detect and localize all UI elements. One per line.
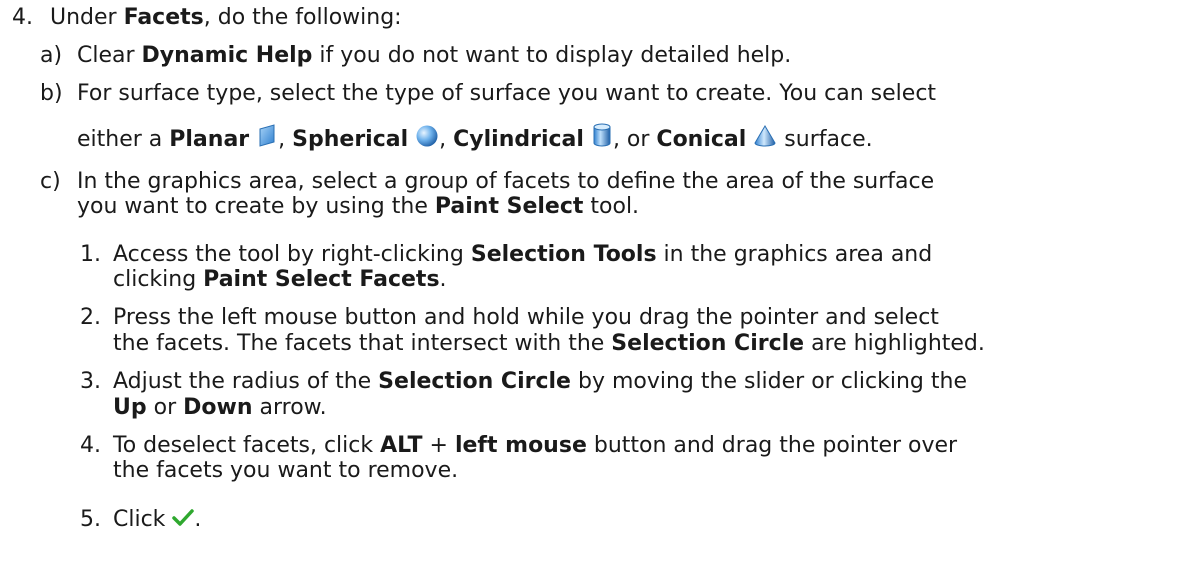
cylindrical-surface-icon xyxy=(591,122,613,156)
step-c-line1: In the graphics area, select a group of … xyxy=(77,169,935,194)
substep-number: 2. xyxy=(80,305,101,330)
conical-surface-icon xyxy=(753,124,777,156)
term-up: Up xyxy=(113,395,147,420)
term-cylindrical: Cylindrical xyxy=(453,127,584,152)
substep-number: 5. xyxy=(80,507,101,532)
substep-letter: c) xyxy=(40,169,61,194)
step-b-line2: either a Planar , Spherical , Cylindrica… xyxy=(77,122,873,156)
substep-1-line1: Access the tool by right-clicking Select… xyxy=(113,242,933,267)
term-conical: Conical xyxy=(656,127,747,152)
term-paint-select-facets: Paint Select Facets xyxy=(203,267,440,292)
step-c-line2: you want to create by using the Paint Se… xyxy=(77,194,640,219)
substep-number: 3. xyxy=(80,369,101,394)
term-planar: Planar xyxy=(169,127,250,152)
substep-3-line2: Up or Down arrow. xyxy=(113,395,327,420)
green-checkmark-icon xyxy=(172,508,195,536)
term-selection-circle: Selection Circle xyxy=(611,331,805,356)
substep-number: 1. xyxy=(80,242,101,267)
substep-1-line2: clicking Paint Select Facets. xyxy=(113,267,447,292)
substep-number: 4. xyxy=(80,433,101,458)
term-left-mouse: left mouse xyxy=(454,433,587,458)
term-selection-circle: Selection Circle xyxy=(378,369,571,394)
term-alt: ALT xyxy=(380,433,423,458)
step-number: 4. xyxy=(12,5,33,30)
term-selection-tools: Selection Tools xyxy=(470,242,657,267)
substep-letter: a) xyxy=(40,43,63,68)
spherical-surface-icon xyxy=(415,124,439,156)
substep-5-text: Click . xyxy=(113,506,201,536)
term-facets: Facets xyxy=(123,5,204,30)
substep-letter: b) xyxy=(40,81,63,106)
substep-4-line2: the facets you want to remove. xyxy=(113,458,459,483)
planar-surface-icon xyxy=(256,124,278,156)
term-dynamic-help: Dynamic Help xyxy=(141,43,313,68)
step-4-text: Under Facets, do the following: xyxy=(50,5,402,30)
step-b-line1: For surface type, select the type of sur… xyxy=(77,81,937,106)
substep-3-line1: Adjust the radius of the Selection Circl… xyxy=(113,369,967,394)
term-spherical: Spherical xyxy=(292,127,409,152)
substep-4-line1: To deselect facets, click ALT + left mou… xyxy=(113,433,958,458)
step-a-text: Clear Dynamic Help if you do not want to… xyxy=(77,43,792,68)
substep-2-line1: Press the left mouse button and hold whi… xyxy=(113,305,939,330)
term-down: Down xyxy=(183,395,253,420)
substep-2-line2: the facets. The facets that intersect wi… xyxy=(113,331,985,356)
term-paint-select: Paint Select xyxy=(434,194,584,219)
